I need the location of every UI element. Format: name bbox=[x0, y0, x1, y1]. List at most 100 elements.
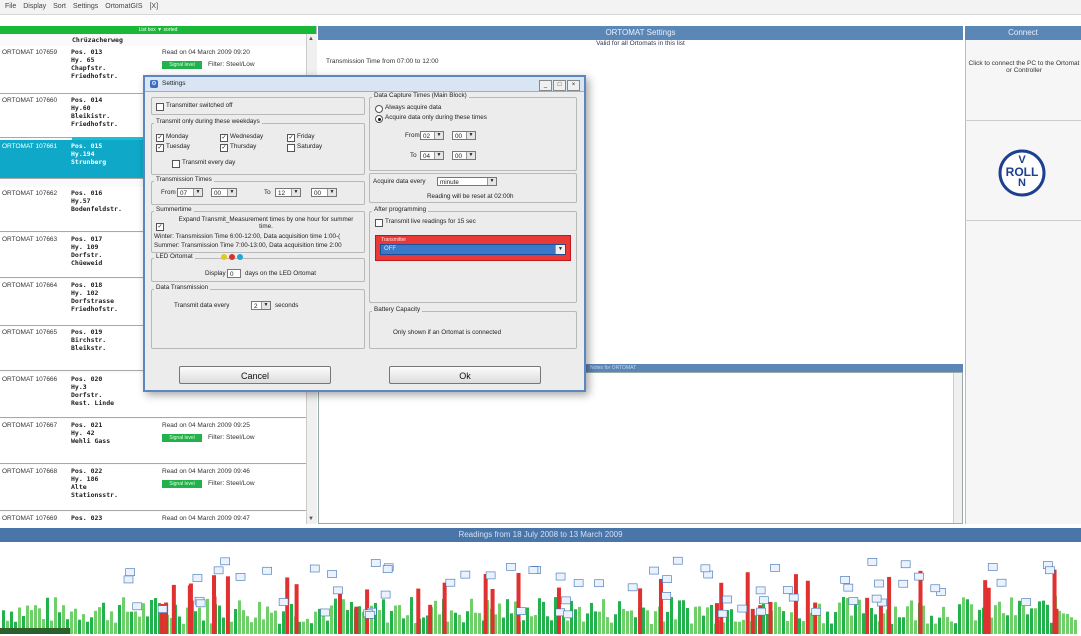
reading-bar bbox=[522, 620, 525, 634]
reading-bar bbox=[138, 616, 141, 634]
thursday-label: Thursday bbox=[230, 143, 257, 150]
ortomat-id: ORTOMAT 107660 bbox=[2, 97, 58, 104]
reading-bar bbox=[406, 615, 409, 634]
list-item[interactable]: ORTOMAT 107669 Pos. 023 Read on 04 March… bbox=[0, 512, 306, 524]
reading-peak-bar bbox=[442, 582, 447, 634]
reading-bar bbox=[534, 615, 537, 634]
display-days-input[interactable]: 0 bbox=[227, 269, 241, 278]
reading-bar bbox=[762, 599, 765, 634]
cancel-button[interactable]: Cancel bbox=[179, 366, 331, 384]
friday-checkbox[interactable]: ✓ bbox=[287, 134, 295, 142]
reading-bar bbox=[302, 621, 305, 634]
menu-ortomatgis[interactable]: OrtomatGIS bbox=[105, 0, 142, 14]
reading-peak-bar bbox=[338, 589, 343, 634]
reading-bar bbox=[782, 611, 785, 634]
capture-from-hour-value: 02 bbox=[423, 133, 431, 140]
reading-bar bbox=[222, 617, 225, 634]
von-roll-logo: V ROLL N bbox=[998, 149, 1046, 197]
capture-from-minute-value: 00 bbox=[455, 133, 463, 140]
led-red-icon bbox=[229, 254, 235, 260]
tx-from-minute-select[interactable]: 00 ▼ bbox=[211, 188, 237, 197]
capture-to-minute-select[interactable]: 00 ▼ bbox=[452, 151, 476, 160]
summertime-checkbox[interactable]: ✓ bbox=[156, 223, 164, 231]
acquire-every-select[interactable]: minute ▼ bbox=[437, 177, 497, 186]
transmit-every-select[interactable]: 2 ▼ bbox=[251, 301, 271, 310]
transmitter-off-checkbox[interactable] bbox=[156, 103, 164, 111]
reading-bar bbox=[734, 621, 737, 634]
reading-tag bbox=[996, 578, 1007, 587]
reading-tag bbox=[662, 575, 672, 584]
connect-panel[interactable] bbox=[965, 40, 1081, 524]
maximize-button[interactable]: □ bbox=[553, 80, 566, 91]
saturday-checkbox[interactable] bbox=[287, 144, 295, 152]
notes-scrollbar[interactable] bbox=[953, 373, 962, 523]
tx-to-label: To bbox=[264, 189, 271, 196]
capture-from-hour-select[interactable]: 02 ▼ bbox=[420, 131, 444, 140]
led-blue-icon bbox=[237, 254, 243, 260]
reading-tag bbox=[717, 609, 728, 618]
reading-bar bbox=[342, 599, 345, 634]
capture-to-hour-select[interactable]: 04 ▼ bbox=[420, 151, 444, 160]
settings-panel-title: ORTOMAT Settings bbox=[318, 26, 963, 40]
reading-bar bbox=[614, 614, 617, 634]
close-button[interactable]: × bbox=[567, 80, 580, 91]
position-name: Pos. 023 bbox=[71, 514, 103, 522]
reading-bar bbox=[350, 601, 353, 634]
live-readings-checkbox[interactable] bbox=[375, 219, 383, 227]
dialog-titlebar[interactable]: ⚙ Settings _ □ × bbox=[145, 77, 584, 92]
reading-bar bbox=[926, 623, 929, 634]
tuesday-label: Tuesday bbox=[166, 143, 190, 150]
tx-to-hour-select[interactable]: 12 ▼ bbox=[275, 188, 301, 197]
thursday-checkbox[interactable]: ✓ bbox=[220, 144, 228, 152]
reading-bar bbox=[538, 598, 541, 634]
reading-bar bbox=[282, 611, 285, 634]
list-item[interactable]: ORTOMAT 107668 Pos. 022 Hy. 186 Alte Sta… bbox=[0, 465, 306, 511]
reading-bar bbox=[606, 617, 609, 634]
reading-bar bbox=[994, 605, 997, 634]
tx-from-hour-select[interactable]: 07 ▼ bbox=[177, 188, 203, 197]
reading-bar bbox=[70, 611, 73, 634]
reading-tag bbox=[843, 583, 854, 592]
always-acquire-radio[interactable] bbox=[375, 105, 383, 113]
scroll-up-icon[interactable]: ▲ bbox=[308, 36, 314, 42]
capture-from-minute-select[interactable]: 00 ▼ bbox=[452, 131, 476, 140]
chevron-down-icon: ▼ bbox=[227, 189, 236, 196]
reading-tag bbox=[722, 595, 732, 604]
reading-bar bbox=[778, 606, 781, 634]
capture-to-hour-value: 04 bbox=[423, 153, 431, 160]
every-day-checkbox[interactable] bbox=[172, 160, 180, 168]
ok-button[interactable]: Ok bbox=[389, 366, 541, 384]
reading-bar bbox=[998, 601, 1001, 634]
menu-close[interactable]: [X] bbox=[149, 0, 158, 14]
menu-sort[interactable]: Sort bbox=[53, 0, 66, 14]
acquire-times-radio[interactable] bbox=[375, 115, 383, 123]
notes-panel[interactable] bbox=[318, 372, 963, 524]
menu-settings[interactable]: Settings bbox=[73, 0, 98, 14]
reading-bar bbox=[682, 600, 685, 634]
wednesday-checkbox[interactable]: ✓ bbox=[220, 134, 228, 142]
reading-bar bbox=[646, 610, 649, 634]
reading-bar bbox=[654, 611, 657, 634]
always-acquire-label: Always acquire data bbox=[385, 104, 442, 111]
reading-bar bbox=[1042, 600, 1045, 634]
reading-bar bbox=[610, 622, 613, 634]
reading-bar bbox=[1038, 601, 1041, 634]
menu-display[interactable]: Display bbox=[23, 0, 46, 14]
menu-file[interactable]: File bbox=[5, 0, 16, 14]
reading-bar bbox=[238, 600, 241, 634]
chevron-down-icon: ▼ bbox=[555, 245, 565, 254]
tuesday-checkbox[interactable]: ✓ bbox=[156, 144, 164, 152]
reading-tag bbox=[125, 568, 135, 576]
reading-bar bbox=[670, 597, 673, 634]
reading-bar bbox=[454, 612, 457, 634]
transmitter-select[interactable]: OFF ▼ bbox=[380, 244, 566, 255]
read-date: Read on 04 March 2009 09:20 bbox=[162, 49, 250, 56]
scroll-down-icon[interactable]: ▼ bbox=[308, 516, 314, 522]
monday-checkbox[interactable]: ✓ bbox=[156, 134, 164, 142]
tx-to-minute-select[interactable]: 00 ▼ bbox=[311, 188, 337, 197]
reading-bar bbox=[126, 611, 129, 634]
reading-bar bbox=[774, 602, 777, 634]
list-item[interactable]: ORTOMAT 107667 Pos. 021 Hy. 42 Wehli Gas… bbox=[0, 419, 306, 464]
minimize-button[interactable]: _ bbox=[539, 80, 552, 91]
reading-bar bbox=[702, 615, 705, 634]
